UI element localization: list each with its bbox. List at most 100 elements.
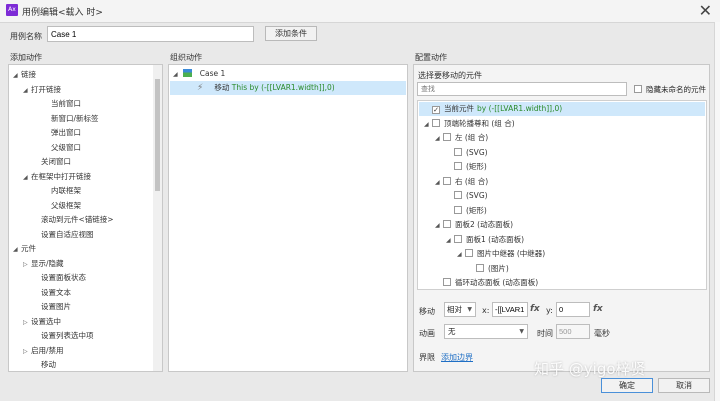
action-item[interactable]: ◢ 在框架中打开链接: [23, 170, 91, 184]
expanded-triangle-icon[interactable]: ◢: [23, 171, 31, 185]
add-bounds-link[interactable]: 添加边界: [441, 352, 473, 363]
checkbox[interactable]: [476, 263, 484, 272]
action-item-label: 显示/隐藏: [31, 258, 64, 268]
collapsed-triangle-icon[interactable]: ▷: [23, 316, 31, 330]
action-item-label: 设置自适应视图: [41, 229, 94, 239]
action-item[interactable]: 设置图片: [33, 300, 71, 314]
hide-unnamed-checkbox[interactable]: [634, 85, 642, 93]
action-item[interactable]: 内联框架: [43, 184, 81, 198]
action-row[interactable]: ⚡ 移动 This by (-[[LVAR1.width]],0): [170, 81, 406, 95]
animate-value: 无: [448, 327, 456, 336]
action-item-label: 父级框架: [51, 200, 81, 210]
widget-tree-row[interactable]: ◢ 面板1 (动态面板): [419, 233, 705, 247]
checkbox[interactable]: [454, 234, 462, 243]
case-row[interactable]: ◢ Case 1: [173, 67, 225, 81]
x-fx-icon[interactable]: fx: [530, 304, 540, 314]
expanded-triangle-icon[interactable]: ◢: [435, 219, 443, 233]
ok-button[interactable]: 确定: [601, 378, 653, 393]
action-item[interactable]: ◢ 打开链接: [23, 83, 61, 97]
actions-scrollbar-thumb[interactable]: [155, 79, 160, 191]
expanded-triangle-icon[interactable]: ◢: [424, 118, 432, 132]
action-item[interactable]: 设置文本: [33, 286, 71, 300]
widget-tree-row[interactable]: (图片): [419, 262, 705, 276]
action-item[interactable]: 移动: [33, 358, 56, 371]
action-item[interactable]: ▷ 显示/隐藏: [23, 257, 64, 271]
action-item-label: 弹出窗口: [51, 128, 81, 137]
watermark: 知乎 @yigo梓贤: [534, 360, 646, 378]
x-input[interactable]: [492, 302, 528, 317]
checkbox[interactable]: [454, 147, 462, 156]
checkbox[interactable]: [443, 220, 451, 228]
widget-tree-row[interactable]: ◢ 左 (组 合): [419, 131, 705, 145]
checkbox[interactable]: [432, 118, 440, 127]
widget-label: (SVG): [466, 191, 488, 200]
action-item[interactable]: 设置列表选中项: [33, 329, 94, 343]
widget-tree-row[interactable]: (SVG): [419, 189, 705, 203]
action-item-label: 新窗口/新标签: [51, 113, 99, 123]
expanded-triangle-icon[interactable]: ◢: [23, 84, 31, 98]
widget-tree-row[interactable]: (矩形): [419, 160, 705, 174]
checkbox[interactable]: [443, 133, 451, 141]
case-name-input[interactable]: [47, 26, 254, 42]
hide-unnamed-label: 隐藏未命名的元件: [646, 85, 706, 94]
collapsed-triangle-icon[interactable]: ▷: [23, 345, 31, 359]
widget-tree-row[interactable]: ◢ 面板2 (动态面板): [419, 218, 705, 232]
actions-scrollbar[interactable]: [153, 65, 162, 371]
search-input[interactable]: [417, 82, 627, 96]
action-item[interactable]: 设置面板状态: [33, 271, 86, 285]
widget-tree-row[interactable]: (矩形): [419, 204, 705, 218]
checkbox[interactable]: [465, 249, 473, 257]
checkbox[interactable]: [454, 205, 462, 214]
expanded-triangle-icon[interactable]: ◢: [435, 132, 443, 146]
action-item-label: 设置文本: [41, 287, 71, 297]
expanded-triangle-icon[interactable]: ◢: [435, 176, 443, 190]
action-item[interactable]: 当前窗口: [43, 97, 81, 111]
expanded-triangle-icon[interactable]: ◢: [446, 234, 454, 248]
action-item[interactable]: 关闭窗口: [33, 155, 71, 169]
expanded-triangle-icon[interactable]: ◢: [13, 69, 21, 83]
action-item-label: 移动: [41, 360, 56, 369]
move-mode-value: 相对: [447, 305, 462, 314]
animate-select[interactable]: 无 ▼: [444, 324, 528, 339]
move-mode-select[interactable]: 相对 ▼: [444, 302, 476, 317]
action-item[interactable]: ◢ 链接: [13, 68, 36, 82]
action-item[interactable]: ▷ 启用/禁用: [23, 344, 64, 358]
action-detail: This by (-[[LVAR1.width]],0): [231, 83, 335, 92]
add-condition-button[interactable]: 添加条件: [265, 26, 317, 41]
checkbox[interactable]: [454, 162, 462, 170]
expanded-triangle-icon[interactable]: ◢: [457, 248, 465, 262]
cancel-button[interactable]: 取消: [658, 378, 710, 393]
widget-tree-row[interactable]: 循环动态面板 (动态面板): [419, 276, 705, 290]
action-item[interactable]: ◢ 元件: [13, 242, 36, 256]
expanded-triangle-icon[interactable]: ◢: [13, 243, 21, 257]
widget-tree-row[interactable]: (SVG): [419, 146, 705, 160]
checkbox[interactable]: [443, 176, 451, 185]
widget-tree-row[interactable]: ◢ 顶端轮播尊和 (组 合): [419, 117, 705, 131]
widget-label: 顶端轮播尊和 (组 合): [444, 118, 515, 128]
action-item[interactable]: 设置自适应视图: [33, 228, 94, 242]
case-label: Case 1: [199, 69, 226, 78]
widget-tree-row[interactable]: ✓ 当前元件 by (-[[LVAR1.width]],0): [419, 102, 705, 116]
action-item[interactable]: 弹出窗口: [43, 126, 81, 140]
collapsed-triangle-icon[interactable]: ▷: [23, 258, 31, 272]
action-item[interactable]: 父级框架: [43, 199, 81, 213]
time-input[interactable]: [556, 324, 590, 339]
hide-unnamed-toggle[interactable]: 隐藏未命名的元件: [634, 84, 706, 95]
close-icon[interactable]: ✕: [699, 1, 712, 20]
action-item[interactable]: 滚动到元件<锚链接>: [33, 213, 114, 227]
action-item[interactable]: 父级窗口: [43, 141, 81, 155]
app-logo-icon: Ax: [6, 4, 18, 16]
checkbox[interactable]: [454, 191, 462, 199]
window-title: 用例编辑<载入 时>: [22, 8, 103, 18]
y-input[interactable]: [556, 302, 590, 317]
y-fx-icon[interactable]: fx: [593, 304, 603, 314]
widget-label: 当前元件: [444, 104, 474, 113]
widget-tree-row[interactable]: ◢ 图片中继器 (中继器): [419, 247, 705, 261]
checkbox-checked-icon[interactable]: ✓: [432, 106, 440, 114]
widget-tree-row[interactable]: ◢ 右 (组 合): [419, 175, 705, 189]
move-label: 移动: [419, 307, 435, 316]
action-item[interactable]: ▷ 设置选中: [23, 315, 61, 329]
action-item[interactable]: 新窗口/新标签: [43, 112, 99, 126]
time-label: 时间: [537, 329, 553, 338]
checkbox[interactable]: [443, 278, 451, 286]
